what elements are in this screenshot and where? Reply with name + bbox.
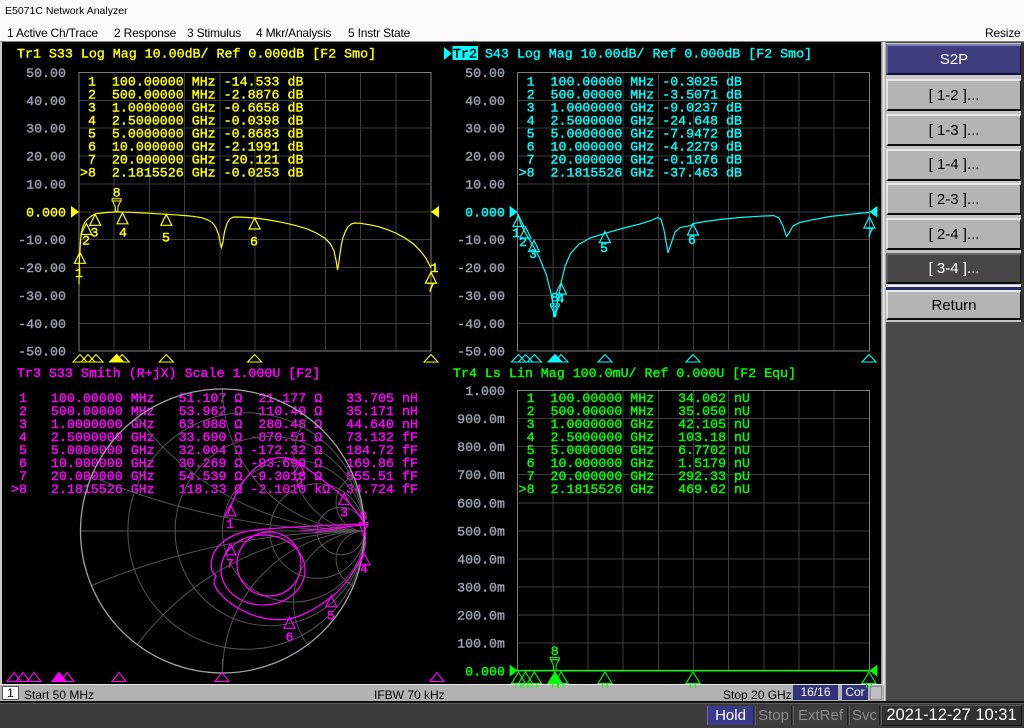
svg-text:10.00: 10.00 xyxy=(465,178,505,193)
svg-text:4: 4 xyxy=(119,226,127,241)
svg-text:900.0m: 900.0m xyxy=(457,412,505,427)
svg-text:-50.00: -50.00 xyxy=(457,345,505,360)
svg-text:5: 5 xyxy=(600,241,608,256)
svg-text:-50.00: -50.00 xyxy=(18,345,66,360)
svg-text:2: 2 xyxy=(82,234,90,249)
svg-text:8: 8 xyxy=(551,644,559,659)
svg-text:-20.00: -20.00 xyxy=(18,261,66,276)
svg-text:-10.00: -10.00 xyxy=(457,233,505,248)
svg-text:40.00: 40.00 xyxy=(465,94,505,109)
svg-text:-10.00: -10.00 xyxy=(18,233,66,248)
svg-text:3: 3 xyxy=(340,506,348,521)
svg-text:50.00: 50.00 xyxy=(26,66,66,81)
svg-text:2: 2 xyxy=(296,476,304,491)
svg-text:30.00: 30.00 xyxy=(465,122,505,137)
svg-text:1: 1 xyxy=(431,261,439,276)
svg-text:20.00: 20.00 xyxy=(465,150,505,165)
svg-text:Tr4 Ls Lin Mag 100.0mU/ Ref 0.: Tr4 Ls Lin Mag 100.0mU/ Ref 0.000U [F2 E… xyxy=(453,366,796,381)
svg-text:1: 1 xyxy=(75,266,83,281)
svg-text:20.00: 20.00 xyxy=(26,150,66,165)
svg-text:700.0m: 700.0m xyxy=(457,468,505,483)
svg-text:5: 5 xyxy=(327,609,335,624)
svg-text:8: 8 xyxy=(360,509,368,524)
svg-text:1.000: 1.000 xyxy=(465,384,505,399)
svg-text:0.000: 0.000 xyxy=(465,665,505,680)
svg-text:100.0m: 100.0m xyxy=(457,637,505,652)
svg-text:4: 4 xyxy=(360,562,368,577)
svg-text:-30.00: -30.00 xyxy=(18,289,66,304)
svg-text:30.00: 30.00 xyxy=(26,122,66,137)
svg-text:2: 2 xyxy=(519,235,527,250)
svg-text:0.000: 0.000 xyxy=(26,205,66,220)
svg-text:7: 7 xyxy=(226,557,234,572)
svg-text:-20.00: -20.00 xyxy=(457,261,505,276)
svg-text:-40.00: -40.00 xyxy=(457,317,505,332)
svg-text:>8 2.1815526 GHz 469.62 nU: >8 2.1815526 GHz 469.62 nU xyxy=(519,482,750,497)
svg-text:Tr2 S43 Log Mag 10.00dB/ Ref 0: Tr2 S43 Log Mag 10.00dB/ Ref 0.000dB [F2… xyxy=(453,47,812,62)
svg-text:>8 2.1815526 GHz -0.0253 dB: >8 2.1815526 GHz -0.0253 dB xyxy=(80,166,303,181)
svg-text:7: 7 xyxy=(427,281,435,296)
svg-text:>8 2.1815526 GHz -37.463 dB: >8 2.1815526 GHz -37.463 dB xyxy=(519,166,742,181)
svg-text:400.0m: 400.0m xyxy=(457,552,505,567)
svg-text:600.0m: 600.0m xyxy=(457,496,505,511)
svg-text:300.0m: 300.0m xyxy=(457,580,505,595)
svg-text:-30.00: -30.00 xyxy=(457,289,505,304)
svg-text:6: 6 xyxy=(688,233,696,248)
svg-text:7: 7 xyxy=(866,226,874,241)
svg-text:3: 3 xyxy=(91,226,99,241)
svg-text:Tr3 S33 Smith (R+jX) Scale 1.0: Tr3 S33 Smith (R+jX) Scale 1.000U [F2] xyxy=(17,366,320,381)
svg-text:1: 1 xyxy=(226,517,234,532)
svg-text:Tr1 S33 Log Mag 10.00dB/ Ref 0: Tr1 S33 Log Mag 10.00dB/ Ref 0.000dB [F2… xyxy=(17,47,376,62)
svg-text:40.00: 40.00 xyxy=(26,94,66,109)
svg-text:8: 8 xyxy=(551,291,559,306)
svg-text:0.000: 0.000 xyxy=(465,205,505,220)
svg-text:800.0m: 800.0m xyxy=(457,440,505,455)
svg-text:200.0m: 200.0m xyxy=(457,608,505,623)
svg-text:-40.00: -40.00 xyxy=(18,317,66,332)
svg-text:5: 5 xyxy=(162,231,170,246)
svg-text:50.00: 50.00 xyxy=(465,66,505,81)
svg-text:3: 3 xyxy=(529,247,537,262)
svg-text:10.00: 10.00 xyxy=(26,178,66,193)
svg-text:8: 8 xyxy=(113,185,121,200)
svg-text:500.0m: 500.0m xyxy=(457,524,505,539)
svg-text:6: 6 xyxy=(286,630,294,645)
svg-text:6: 6 xyxy=(250,235,258,250)
